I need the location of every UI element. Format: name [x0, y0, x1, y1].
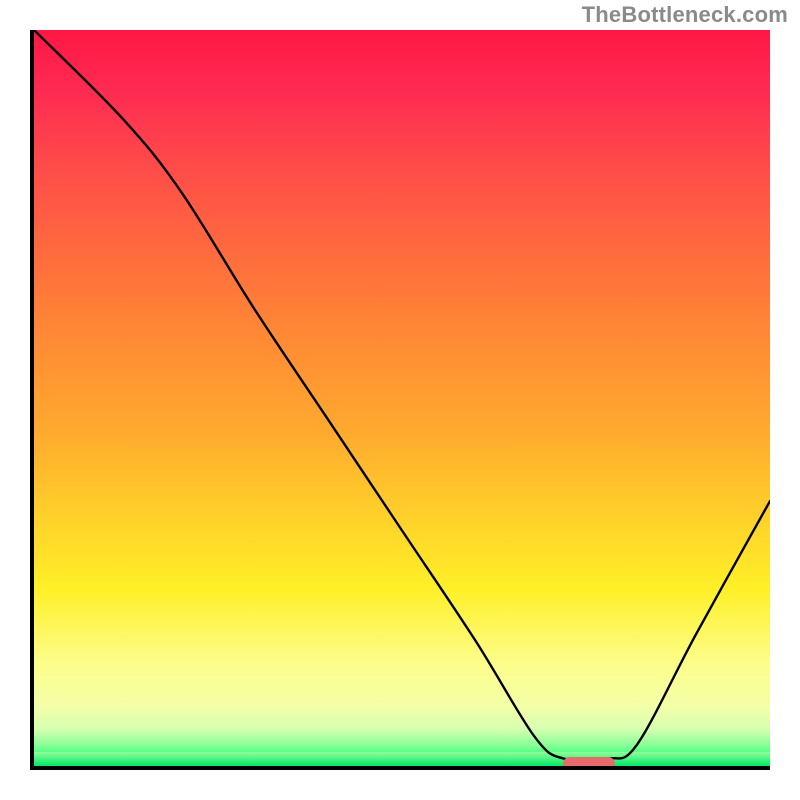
bottleneck-curve — [34, 30, 770, 766]
watermark-text: TheBottleneck.com — [582, 2, 788, 28]
chart-container: TheBottleneck.com — [0, 0, 800, 800]
plot-area — [30, 30, 770, 770]
